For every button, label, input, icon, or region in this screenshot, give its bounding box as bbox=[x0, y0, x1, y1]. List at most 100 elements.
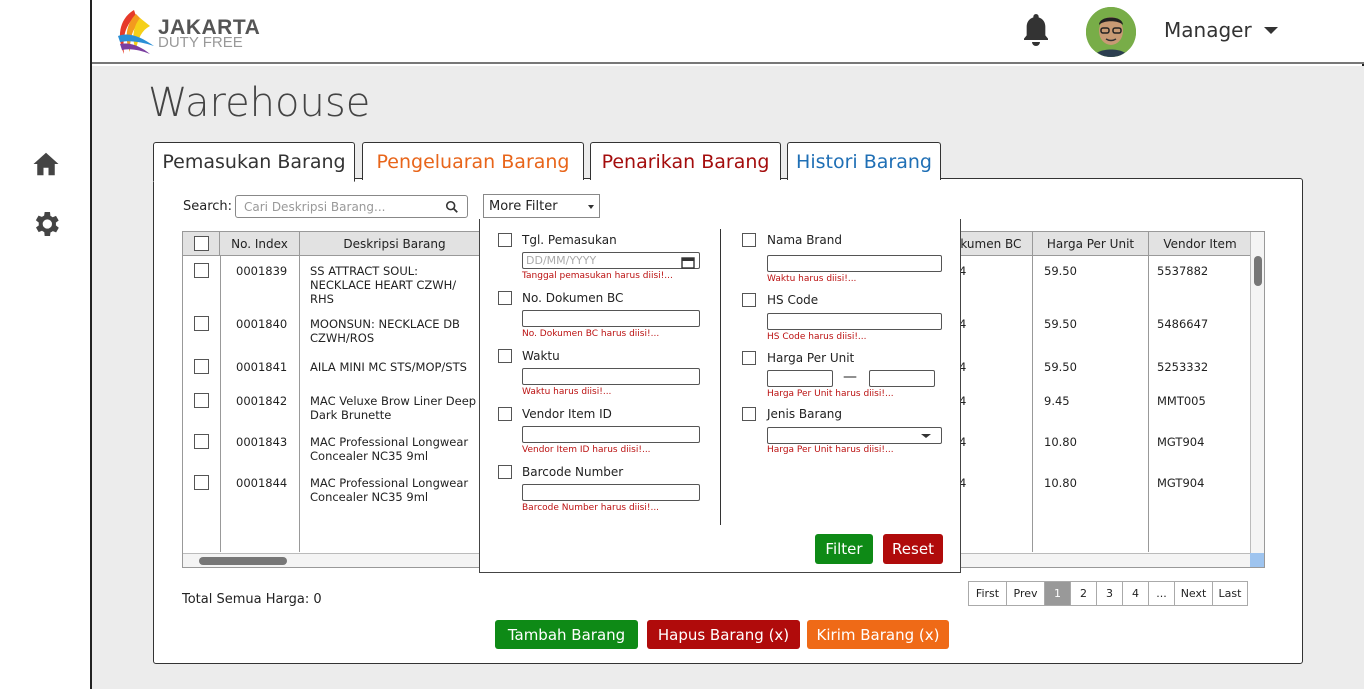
hs-code-input[interactable] bbox=[767, 313, 942, 330]
dokumen-bc-input[interactable] bbox=[522, 310, 700, 327]
filter-error-tgl: Tanggal pemasukan harus diisi!... bbox=[522, 271, 673, 281]
page-3[interactable]: 3 bbox=[1097, 582, 1123, 605]
filter-label-brand: Nama Brand bbox=[767, 233, 842, 247]
row-desc: AILA MINI MC STS/MOP/STS bbox=[310, 360, 467, 374]
row-price: 9.45 bbox=[1044, 394, 1070, 408]
page-next[interactable]: Next bbox=[1175, 582, 1213, 605]
filter-checkbox-hs[interactable] bbox=[742, 293, 756, 307]
user-avatar[interactable] bbox=[1086, 7, 1136, 57]
row-price: 59.50 bbox=[1044, 360, 1077, 374]
caret-down-icon bbox=[588, 205, 594, 209]
row-index: 0001842 bbox=[236, 394, 288, 408]
col-vendor-item[interactable]: Vendor Item bbox=[1149, 232, 1252, 256]
harga-min-input[interactable] bbox=[767, 370, 833, 387]
search-icon[interactable] bbox=[445, 199, 461, 215]
row-vendor: 5486647 bbox=[1157, 317, 1209, 331]
tab-histori[interactable]: Histori Barang bbox=[787, 142, 941, 180]
col-harga-per-unit[interactable]: Harga Per Unit bbox=[1033, 232, 1149, 256]
page-4[interactable]: 4 bbox=[1123, 582, 1149, 605]
top-bar: JAKARTA DUTY FREE Manager bbox=[92, 0, 1364, 64]
brand-subname: DUTY FREE bbox=[158, 34, 243, 51]
total-price: Total Semua Harga: 0 bbox=[182, 592, 322, 607]
filter-checkbox-jenis[interactable] bbox=[742, 407, 756, 421]
barcode-input[interactable] bbox=[522, 484, 700, 501]
scroll-corner bbox=[1250, 553, 1264, 567]
row-desc: MAC Professional Longwear Concealer NC35… bbox=[310, 476, 469, 504]
reset-button[interactable]: Reset bbox=[883, 534, 943, 564]
vertical-scroll-thumb[interactable] bbox=[1254, 256, 1262, 286]
row-price: 10.80 bbox=[1044, 435, 1077, 449]
user-name[interactable]: Manager bbox=[1164, 18, 1252, 42]
waktu-input[interactable] bbox=[522, 368, 700, 385]
column-divider bbox=[1032, 256, 1033, 552]
col-no-index[interactable]: No. Index bbox=[220, 232, 300, 256]
select-all-checkbox[interactable] bbox=[193, 236, 209, 251]
pagination: First Prev 1 2 3 4 ... Next Last bbox=[968, 581, 1248, 606]
filter-label-hs: HS Code bbox=[767, 293, 819, 307]
tab-pengeluaran[interactable]: Pengeluaran Barang bbox=[362, 142, 584, 180]
page-last[interactable]: Last bbox=[1213, 582, 1247, 605]
row-checkbox[interactable] bbox=[194, 393, 209, 408]
send-item-button[interactable]: Kirim Barang (x) bbox=[807, 620, 949, 649]
row-checkbox[interactable] bbox=[194, 263, 209, 278]
filter-checkbox-brand[interactable] bbox=[742, 233, 756, 247]
row-desc: MAC Veluxe Brow Liner Deep Dark Brunette bbox=[310, 394, 477, 422]
bell-icon[interactable] bbox=[1020, 12, 1052, 48]
more-filter-select[interactable]: More Filter bbox=[483, 194, 600, 218]
filter-divider bbox=[720, 229, 721, 525]
sidebar bbox=[0, 0, 92, 689]
row-vendor: MMT005 bbox=[1157, 394, 1206, 408]
horizontal-scroll-thumb[interactable] bbox=[199, 557, 287, 565]
filter-error-dokumen: No. Dokumen BC harus diisi!... bbox=[522, 329, 660, 339]
vertical-scrollbar[interactable] bbox=[1250, 232, 1264, 567]
home-icon[interactable] bbox=[28, 146, 64, 182]
row-index: 0001844 bbox=[236, 476, 288, 490]
row-checkbox[interactable] bbox=[194, 359, 209, 374]
calendar-icon[interactable] bbox=[681, 254, 695, 269]
filter-error-jenis: Harga Per Unit harus diisi!... bbox=[767, 445, 894, 455]
row-desc: SS ATTRACT SOUL: NECKLACE HEART CZWH/ RH… bbox=[310, 264, 457, 306]
column-divider bbox=[1148, 256, 1149, 552]
filter-checkbox-waktu[interactable] bbox=[498, 349, 512, 363]
filter-error-harga: Harga Per Unit harus diisi!... bbox=[767, 389, 894, 399]
brand-input[interactable] bbox=[767, 255, 942, 272]
page-1[interactable]: 1 bbox=[1045, 582, 1071, 605]
col-deskripsi[interactable]: Deskripsi Barang bbox=[300, 232, 490, 256]
filter-label-vendor: Vendor Item ID bbox=[522, 407, 612, 421]
filter-checkbox-harga[interactable] bbox=[742, 351, 756, 365]
add-item-button[interactable]: Tambah Barang bbox=[495, 620, 638, 649]
delete-item-button[interactable]: Hapus Barang (x) bbox=[647, 620, 800, 649]
search-input[interactable]: Cari Deskripsi Barang... bbox=[235, 195, 468, 218]
more-filter-popover: Tgl. Pemasukan DD/MM/YYYY Tanggal pemasu… bbox=[479, 219, 961, 573]
range-separator: — bbox=[843, 369, 857, 385]
filter-checkbox-dokumen[interactable] bbox=[498, 291, 512, 305]
gear-icon[interactable] bbox=[28, 206, 64, 242]
jenis-barang-select[interactable] bbox=[767, 427, 942, 444]
page-prev[interactable]: Prev bbox=[1007, 582, 1045, 605]
filter-error-waktu: Waktu harus diisi!... bbox=[522, 387, 612, 397]
row-checkbox[interactable] bbox=[194, 316, 209, 331]
caret-down-icon[interactable] bbox=[1264, 27, 1278, 34]
row-vendor: 5537882 bbox=[1157, 264, 1209, 278]
date-input[interactable]: DD/MM/YYYY bbox=[522, 252, 700, 269]
row-checkbox[interactable] bbox=[194, 434, 209, 449]
brand-logo[interactable]: JAKARTA DUTY FREE bbox=[114, 4, 264, 58]
filter-checkbox-tgl[interactable] bbox=[498, 233, 512, 247]
row-desc: MAC Professional Longwear Concealer NC35… bbox=[310, 435, 469, 463]
column-divider bbox=[299, 256, 300, 552]
filter-button[interactable]: Filter bbox=[815, 534, 873, 564]
row-price: 10.80 bbox=[1044, 476, 1077, 490]
vendor-item-input[interactable] bbox=[522, 426, 700, 443]
filter-checkbox-vendor[interactable] bbox=[498, 407, 512, 421]
page-first[interactable]: First bbox=[969, 582, 1007, 605]
harga-max-input[interactable] bbox=[869, 370, 935, 387]
search-label: Search: bbox=[183, 199, 233, 214]
row-checkbox[interactable] bbox=[194, 475, 209, 490]
filter-checkbox-barcode[interactable] bbox=[498, 465, 512, 479]
filter-error-barcode: Barcode Number harus diisi!... bbox=[522, 503, 660, 513]
page-2[interactable]: 2 bbox=[1071, 582, 1097, 605]
tab-pemasukan[interactable]: Pemasukan Barang bbox=[153, 142, 355, 182]
tab-penarikan[interactable]: Penarikan Barang bbox=[590, 142, 781, 180]
filter-label-tgl: Tgl. Pemasukan bbox=[522, 233, 617, 247]
row-price: 59.50 bbox=[1044, 264, 1077, 278]
